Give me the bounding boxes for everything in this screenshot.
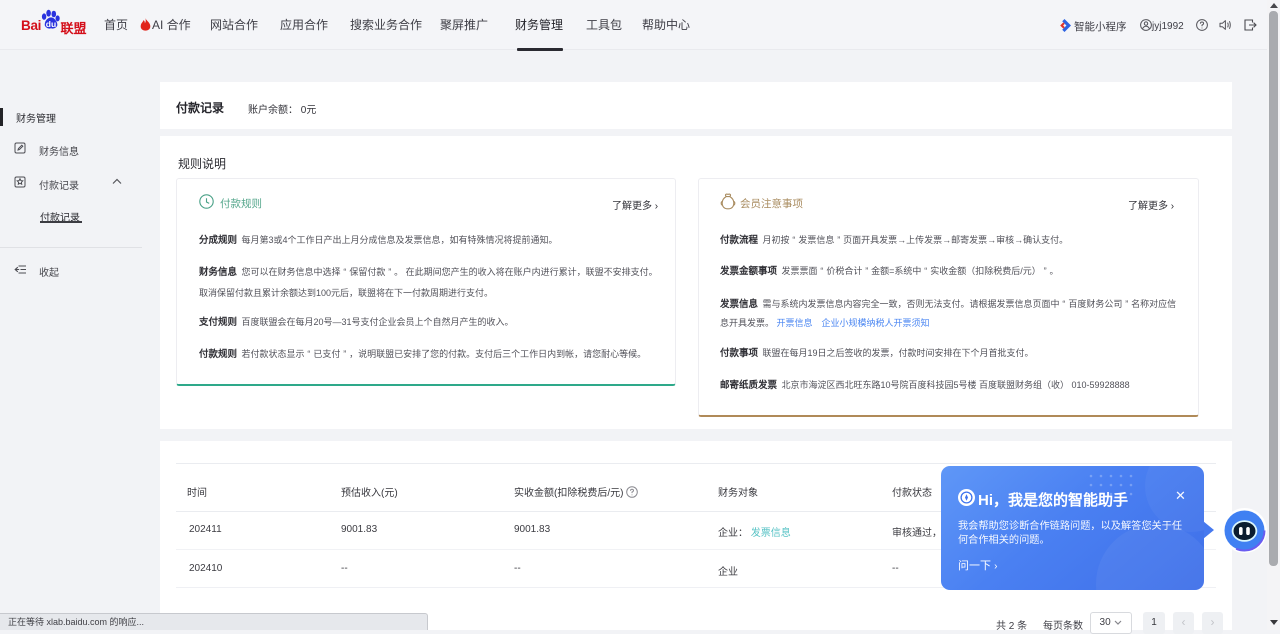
svg-text:du: du <box>46 19 56 29</box>
